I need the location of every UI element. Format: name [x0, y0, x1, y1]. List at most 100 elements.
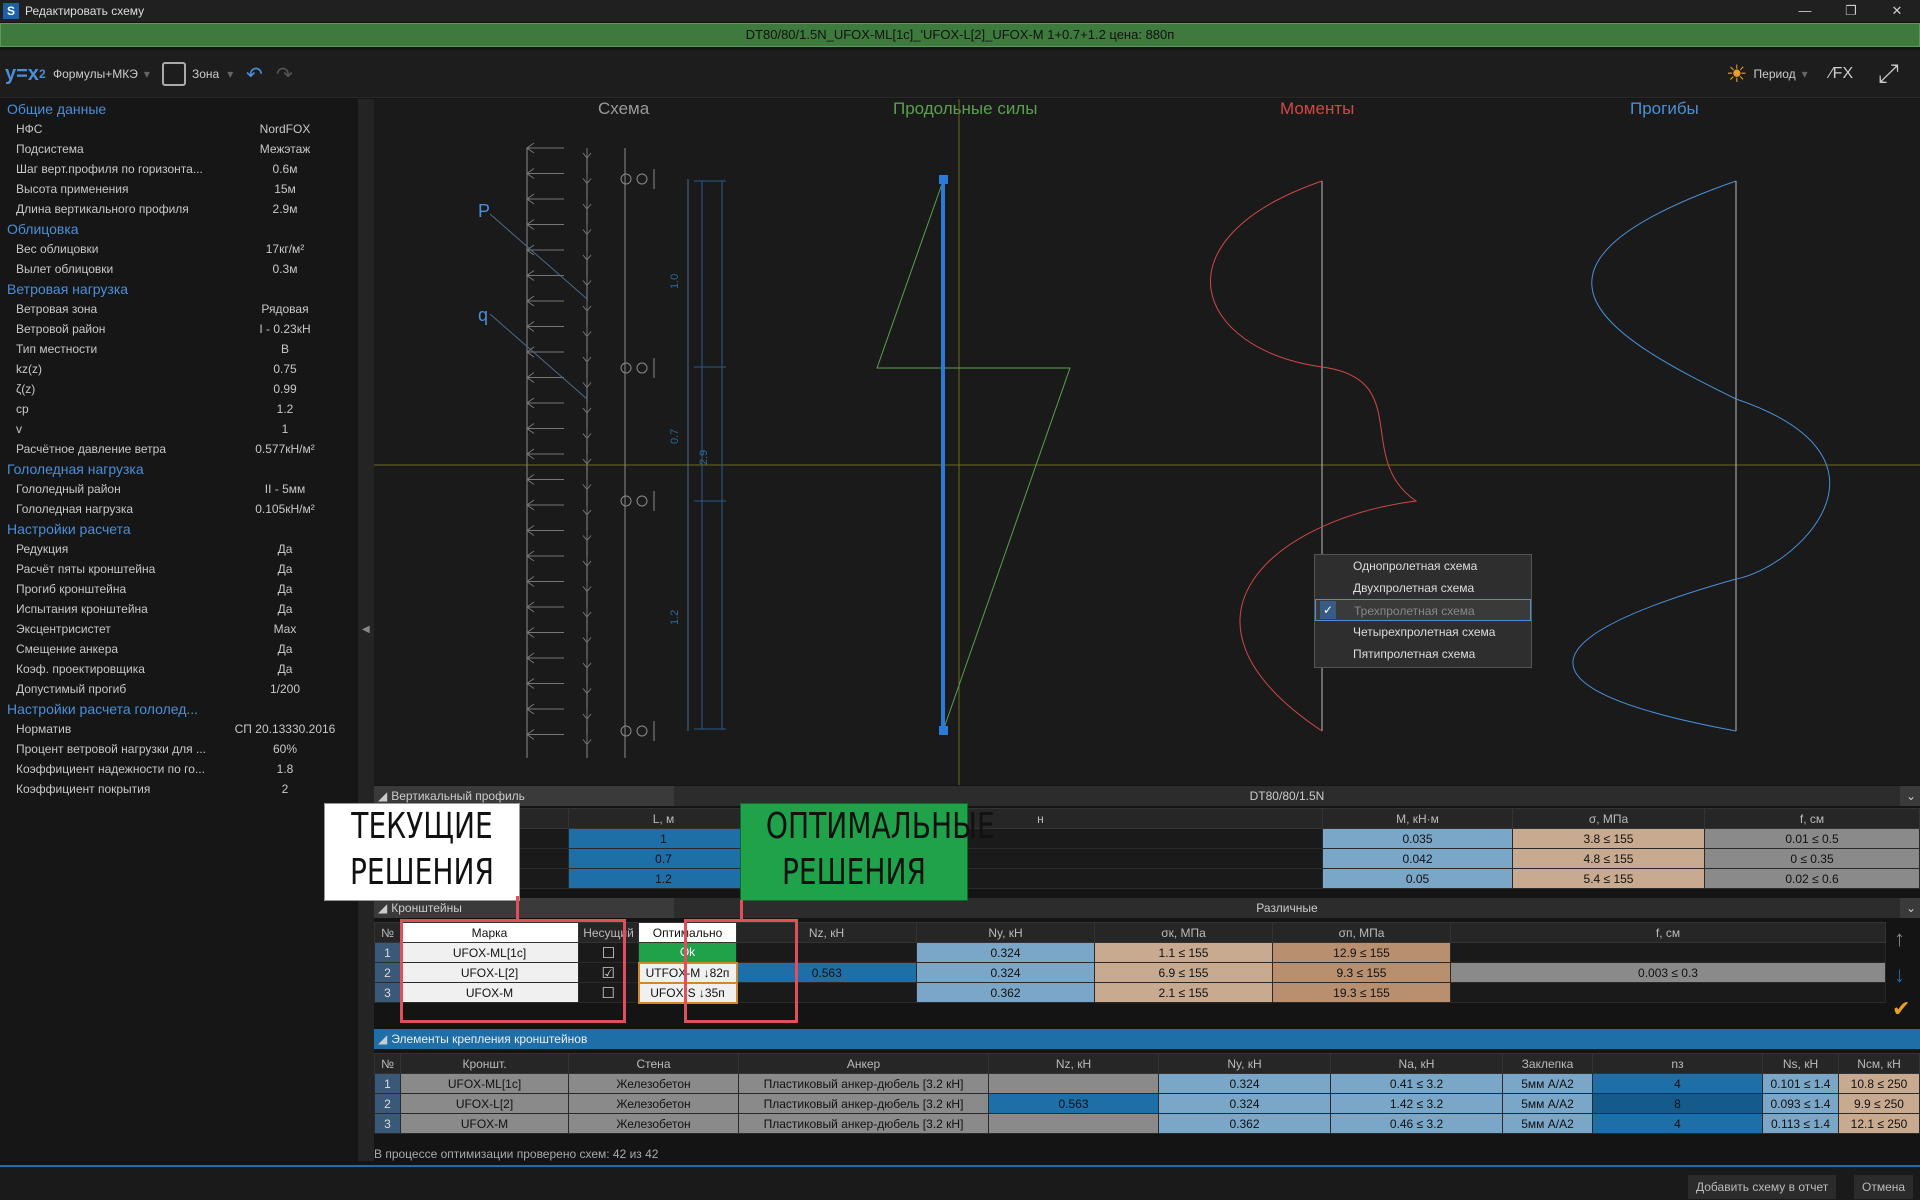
zone-dropdown[interactable]: Зона ▾	[162, 50, 233, 98]
sidebar-param-row[interactable]: Расчёт пяты кронштейна Да	[0, 559, 358, 579]
param-value: 0.6м	[272, 162, 298, 176]
sidebar-param-row[interactable]: Эксцентрисистет Max	[0, 619, 358, 639]
sidebar-splitter[interactable]: ◀	[358, 99, 374, 1161]
column-header: Анкер	[738, 1053, 989, 1074]
sidebar-param-row[interactable]: Высота применения 15м	[0, 179, 358, 199]
sidebar-param-row[interactable]: Подсистема Межэтаж	[0, 139, 358, 159]
sidebar-param-row[interactable]: Ветровая зона Рядовая	[0, 299, 358, 319]
context-menu-item[interactable]: Пятипролетная схема	[1315, 643, 1531, 665]
sidebar-param-row[interactable]: Процент ветровой нагрузки для ... 60%	[0, 739, 358, 759]
sidebar-section-title[interactable]: Ветровая нагрузка	[0, 279, 358, 299]
sidebar-param-row[interactable]: ζ(z) 0.99	[0, 379, 358, 399]
fullscreen-icon[interactable]: ⤢	[1878, 50, 1899, 98]
cell-ny: 0.324	[1158, 1073, 1331, 1094]
current-solutions-callout: ТЕКУЩИЕ РЕШЕНИЯ	[324, 803, 520, 901]
sidebar-param-row[interactable]: Норматив СП 20.13330.2016	[0, 719, 358, 739]
sidebar-param-row[interactable]: v1	[0, 419, 358, 439]
wind-load-arrow	[526, 346, 564, 358]
cell-nsm: 12.1 ≤ 250	[1838, 1113, 1920, 1134]
column-header: Ns, кН	[1762, 1053, 1839, 1074]
sidebar-param-row[interactable]: Коэффициент надежности по го... 1.8	[0, 759, 358, 779]
table-row[interactable]: 1 UFOX-ML[1c] Железобетон Пластиковый анкер…	[374, 1073, 1920, 1094]
sidebar-section-title[interactable]: Настройки расчета гололед...	[0, 699, 358, 719]
sidebar-param-row[interactable]: Гололедная нагрузка 0.105кН/м²	[0, 499, 358, 519]
up-arrow-icon[interactable]: ↑	[1894, 926, 1905, 952]
collapse-arrow-icon[interactable]: ◀	[362, 624, 370, 635]
period-dropdown[interactable]: ☀ Период ▾	[1726, 50, 1808, 98]
cancel-button[interactable]: Отмена	[1854, 1175, 1914, 1199]
ice-load-arrow	[582, 199, 592, 210]
collapse-icon[interactable]: ◢	[378, 1032, 387, 1046]
sidebar-param-row[interactable]: Ветровой район I - 0.23кН	[0, 319, 358, 339]
sidebar-param-row[interactable]: Расчётное давление ветра 0.577кН/м²	[0, 439, 358, 459]
collapse-icon[interactable]: ◢	[378, 901, 387, 915]
brackets-value[interactable]: Различные	[674, 898, 1900, 918]
fastening-section[interactable]: ◢ Элементы крепления кронштейнов	[374, 1029, 1920, 1049]
param-value: II - 5мм	[264, 482, 306, 496]
wind-load-arrow	[526, 499, 564, 511]
param-name: Гололедный район	[16, 482, 121, 496]
sidebar-param-row[interactable]: Испытания кронштейна Да	[0, 599, 358, 619]
sidebar-param-row[interactable]: cp 1.2	[0, 399, 358, 419]
optimal-solutions-callout: ОПТИМАЛЬНЫЕ РЕШЕНИЯ	[740, 803, 995, 901]
param-name: Коэффициент покрытия	[16, 782, 151, 796]
close-icon[interactable]: ✕	[1874, 0, 1920, 22]
table-row[interactable]: 1.2 0.05 5.4 ≤ 155 0.02 ≤ 0.6	[374, 868, 1920, 889]
wind-load-arrow	[526, 193, 564, 205]
context-menu-item[interactable]: Двухпролетная схема	[1315, 577, 1531, 599]
sidebar-param-row[interactable]: Смещение анкера Да	[0, 639, 358, 659]
down-arrow-icon[interactable]: ↓	[1894, 962, 1905, 988]
formulas-dropdown[interactable]: Формулы+МКЭ ▾	[53, 50, 150, 98]
redo-icon[interactable]: ↷	[276, 50, 293, 98]
vertical-profile-section[interactable]: ◢ Вертикальный профиль DT80/80/1.5N ⌄	[374, 786, 1920, 806]
context-menu-item[interactable]: Трехпролетная схема	[1315, 599, 1531, 621]
context-menu-item[interactable]: Четырехпролетная схема	[1315, 621, 1531, 643]
sidebar-param-row[interactable]: kz(z) 0.75	[0, 359, 358, 379]
apply-check-icon[interactable]: ✔	[1892, 996, 1910, 1022]
chevron-down-icon[interactable]: ⌄	[1906, 901, 1916, 915]
undo-icon[interactable]: ↶	[246, 50, 263, 98]
sidebar-section-title[interactable]: Общие данные	[0, 99, 358, 119]
add-to-report-button[interactable]: Добавить схему в отчет	[1688, 1175, 1837, 1199]
table-row[interactable]: 2 UFOX-L[2] Железобетон Пластиковый анкер-д…	[374, 1093, 1920, 1114]
zone-icon	[162, 62, 186, 86]
sun-icon: ☀	[1726, 60, 1748, 88]
sidebar-param-row[interactable]: Коэффициент покрытия 2	[0, 779, 358, 799]
param-value: 2.9м	[272, 202, 298, 216]
sidebar-section-title[interactable]: Настройки расчета	[0, 519, 358, 539]
sidebar-section-title[interactable]: Гололедная нагрузка	[0, 459, 358, 479]
table-row[interactable]: 1 0.035 3.8 ≤ 155 0.01 ≤ 0.5	[374, 828, 1920, 849]
span-2-label: 0.7	[669, 429, 681, 444]
collapse-icon[interactable]: ◢	[378, 789, 387, 803]
ice-load-arrow	[582, 556, 592, 567]
sidebar-param-row[interactable]: Допустимый прогиб 1/200	[0, 679, 358, 699]
sidebar-param-row[interactable]: Длина вертикального профиля 2.9м	[0, 199, 358, 219]
span-3-label: 1.2	[669, 610, 681, 625]
wind-load-arrow	[526, 474, 564, 485]
fx-icon[interactable]: ⁄FX	[1830, 50, 1853, 98]
cell-anchor: Пластиковый анкер-дюбель [3.2 кН]	[738, 1093, 989, 1114]
sidebar-param-row[interactable]: Гололедный район II - 5мм	[0, 479, 358, 499]
brackets-section[interactable]: ◢ Кронштейны Различные ⌄	[374, 898, 1920, 918]
restore-icon[interactable]: ❐	[1828, 0, 1874, 22]
param-name: Гололедная нагрузка	[16, 502, 134, 516]
sidebar-param-row[interactable]: Коэф. проектировщика Да	[0, 659, 358, 679]
cell-nz-count: 4	[1592, 1073, 1763, 1094]
sidebar-section-title[interactable]: Облицовка	[0, 219, 358, 239]
context-menu-item[interactable]: Однопролетная схема	[1315, 555, 1531, 577]
param-value: 1/200	[269, 682, 301, 696]
formula-icon[interactable]: y=x 2	[5, 50, 46, 98]
chevron-down-icon[interactable]: ⌄	[1906, 789, 1916, 803]
cell-m: 0.042	[1322, 848, 1513, 869]
sidebar-param-row[interactable]: Тип местности В	[0, 339, 358, 359]
sidebar-param-row[interactable]: Шаг верт.профиля по горизонта... 0.6м	[0, 159, 358, 179]
sidebar-param-row[interactable]: Вылет облицовки 0.3м	[0, 259, 358, 279]
table-row[interactable]: 0.7 0.042 4.8 ≤ 155 0 ≤ 0.35	[374, 848, 1920, 869]
minimize-icon[interactable]: —	[1782, 0, 1828, 22]
sidebar-param-row[interactable]: Прогиб кронштейна Да	[0, 579, 358, 599]
sidebar-param-row[interactable]: Вес облицовки 17кг/м²	[0, 239, 358, 259]
sidebar-param-row[interactable]: Редукция Да	[0, 539, 358, 559]
table-row[interactable]: 3 UFOX-M Железобетон Пластиковый анкер-дюбе…	[374, 1113, 1920, 1134]
sidebar-param-row[interactable]: НФС NordFOX	[0, 119, 358, 139]
cell-nsm: 9.9 ≤ 250	[1838, 1093, 1920, 1114]
